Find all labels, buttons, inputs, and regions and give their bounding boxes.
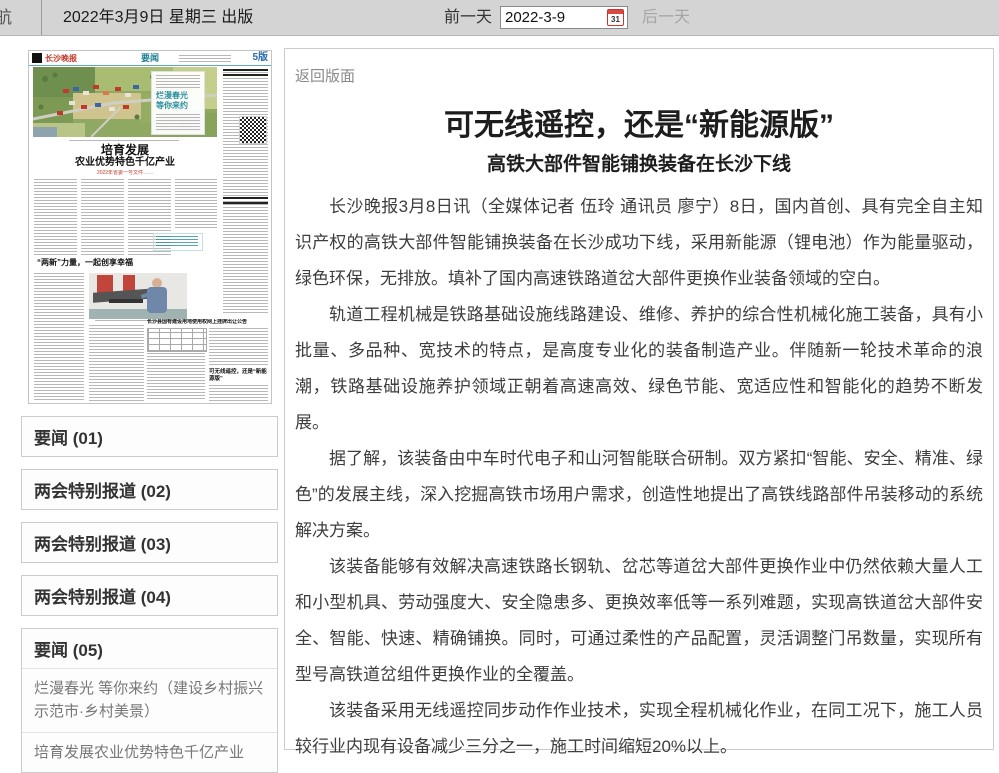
qr-code-icon (239, 116, 267, 144)
article-paragraph: 轨道工程机械是铁路基础设施线路建设、维修、养护的综合性机械化施工装备，具有小批量… (295, 297, 983, 441)
article-paragraph: 长沙晚报3月8日讯（全媒体记者 伍玲 通讯员 廖宁）8日，国内首创、具有完全自主… (295, 189, 983, 297)
thumb-headline-2: 农业优势特色千亿产业 (33, 157, 217, 169)
article-title: 可无线遥控，还是“新能源版” (285, 100, 993, 144)
thumb-notice-table (147, 328, 207, 352)
thumb-photo-caption (69, 140, 179, 142)
thumb-page-number: 5版 (252, 52, 268, 64)
previous-day-button[interactable]: 前一天 (444, 0, 492, 35)
date-input[interactable] (501, 7, 605, 28)
thumb-teal-promo-box (153, 233, 203, 251)
next-day-button[interactable]: 后一天 (642, 0, 690, 35)
thumb-worker-photo (89, 273, 187, 319)
sidebar-section-03[interactable]: 两会特别报道 (03) (21, 522, 278, 563)
thumb-notice-headline: 长沙县国有建设用地使用权网上挂牌出让公告 (147, 319, 268, 326)
thumb-text-column (209, 328, 268, 366)
thumb-right-column (223, 69, 268, 315)
sidebar-article-link[interactable]: 培育发展农业优势特色千亿产业 (22, 732, 277, 772)
thumb-headline-1: 培育发展 (33, 144, 217, 157)
thumb-masthead: 长沙晚报 要闻 5版 (29, 51, 271, 66)
thumb-current-article-headline: 可无线遥控，还是“新能源版” (209, 369, 268, 383)
thumb-text-column (81, 179, 124, 255)
thumb-text-column (147, 353, 205, 401)
back-to-page-link[interactable]: 返回版面 (295, 65, 355, 86)
thumb-right-headline (223, 69, 268, 77)
publish-date-label: 2022年3月9日 星期三 出版 (63, 0, 253, 35)
thumb-teal-caption-2: 等你来约 (156, 101, 188, 111)
thumb-teal-caption-1: 烂漫春光 (156, 91, 188, 101)
thumb-right-headline (223, 197, 268, 205)
sidebar-section-01[interactable]: 要闻 (01) (21, 416, 278, 457)
article-paragraph: 据了解，该装备由中车时代电子和山河智能联合研制。双方紧扣“智能、安全、精准、绿色… (295, 441, 983, 549)
sidebar-section-04[interactable]: 两会特别报道 (04) (21, 575, 278, 616)
sidebar-section-02[interactable]: 两会特别报道 (02) (21, 469, 278, 510)
thumb-subhead-red: 2022年省委一号文件…… (33, 170, 217, 177)
sidebar-section-05-header[interactable]: 要闻 (05) (22, 629, 277, 668)
thumb-mid-headline: “两新”力量，一起创享幸福 (37, 258, 197, 268)
sidebar: 长沙晚报 要闻 5版 (21, 50, 278, 773)
calendar-icon[interactable]: 31 (607, 9, 624, 26)
thumb-text-column (175, 179, 217, 229)
sidebar-article-link[interactable]: 烂漫春光 等你来约（建设乡村振兴示范市·乡村美景） (22, 668, 277, 732)
thumb-text-column (209, 385, 268, 401)
article-body: 长沙晚报3月8日讯（全媒体记者 伍玲 通讯员 廖宁）8日，国内首创、具有完全自主… (295, 189, 983, 765)
thumb-masthead-textlines (179, 55, 231, 62)
top-toolbar: 导航 2022年3月9日 星期三 出版 前一天 31 后一天 (0, 0, 999, 36)
thumb-photo-textbox: 烂漫春光 等你来约 (151, 71, 205, 135)
sidebar-section-05: 要闻 (05) 烂漫春光 等你来约（建设乡村振兴示范市·乡村美景） 培育发展农业… (21, 628, 278, 773)
thumb-text-column (34, 273, 84, 401)
article-panel: 返回版面 可无线遥控，还是“新能源版” 高铁大部件智能铺换装备在长沙下线 长沙晚… (284, 48, 994, 750)
date-input-wrap: 31 (500, 6, 628, 29)
article-paragraph: 该装备能够有效解决高速铁路长钢轨、岔芯等道岔大部件更换作业中仍然依赖大量人工和小… (295, 549, 983, 693)
thumb-text-column (89, 325, 144, 401)
thumb-section-title: 要闻 (29, 53, 271, 64)
article-paragraph: 该装备采用无线遥控同步动作作业技术，实现全程机械化作业，在同工况下，施工人员较行… (295, 693, 983, 765)
page-thumbnail[interactable]: 长沙晚报 要闻 5版 (28, 50, 272, 404)
article-subtitle: 高铁大部件智能铺换装备在长沙下线 (285, 149, 993, 176)
nav-link-clipped[interactable]: 导航 (0, 0, 12, 35)
thumb-text-column (34, 179, 77, 255)
toolbar-divider (41, 0, 42, 35)
